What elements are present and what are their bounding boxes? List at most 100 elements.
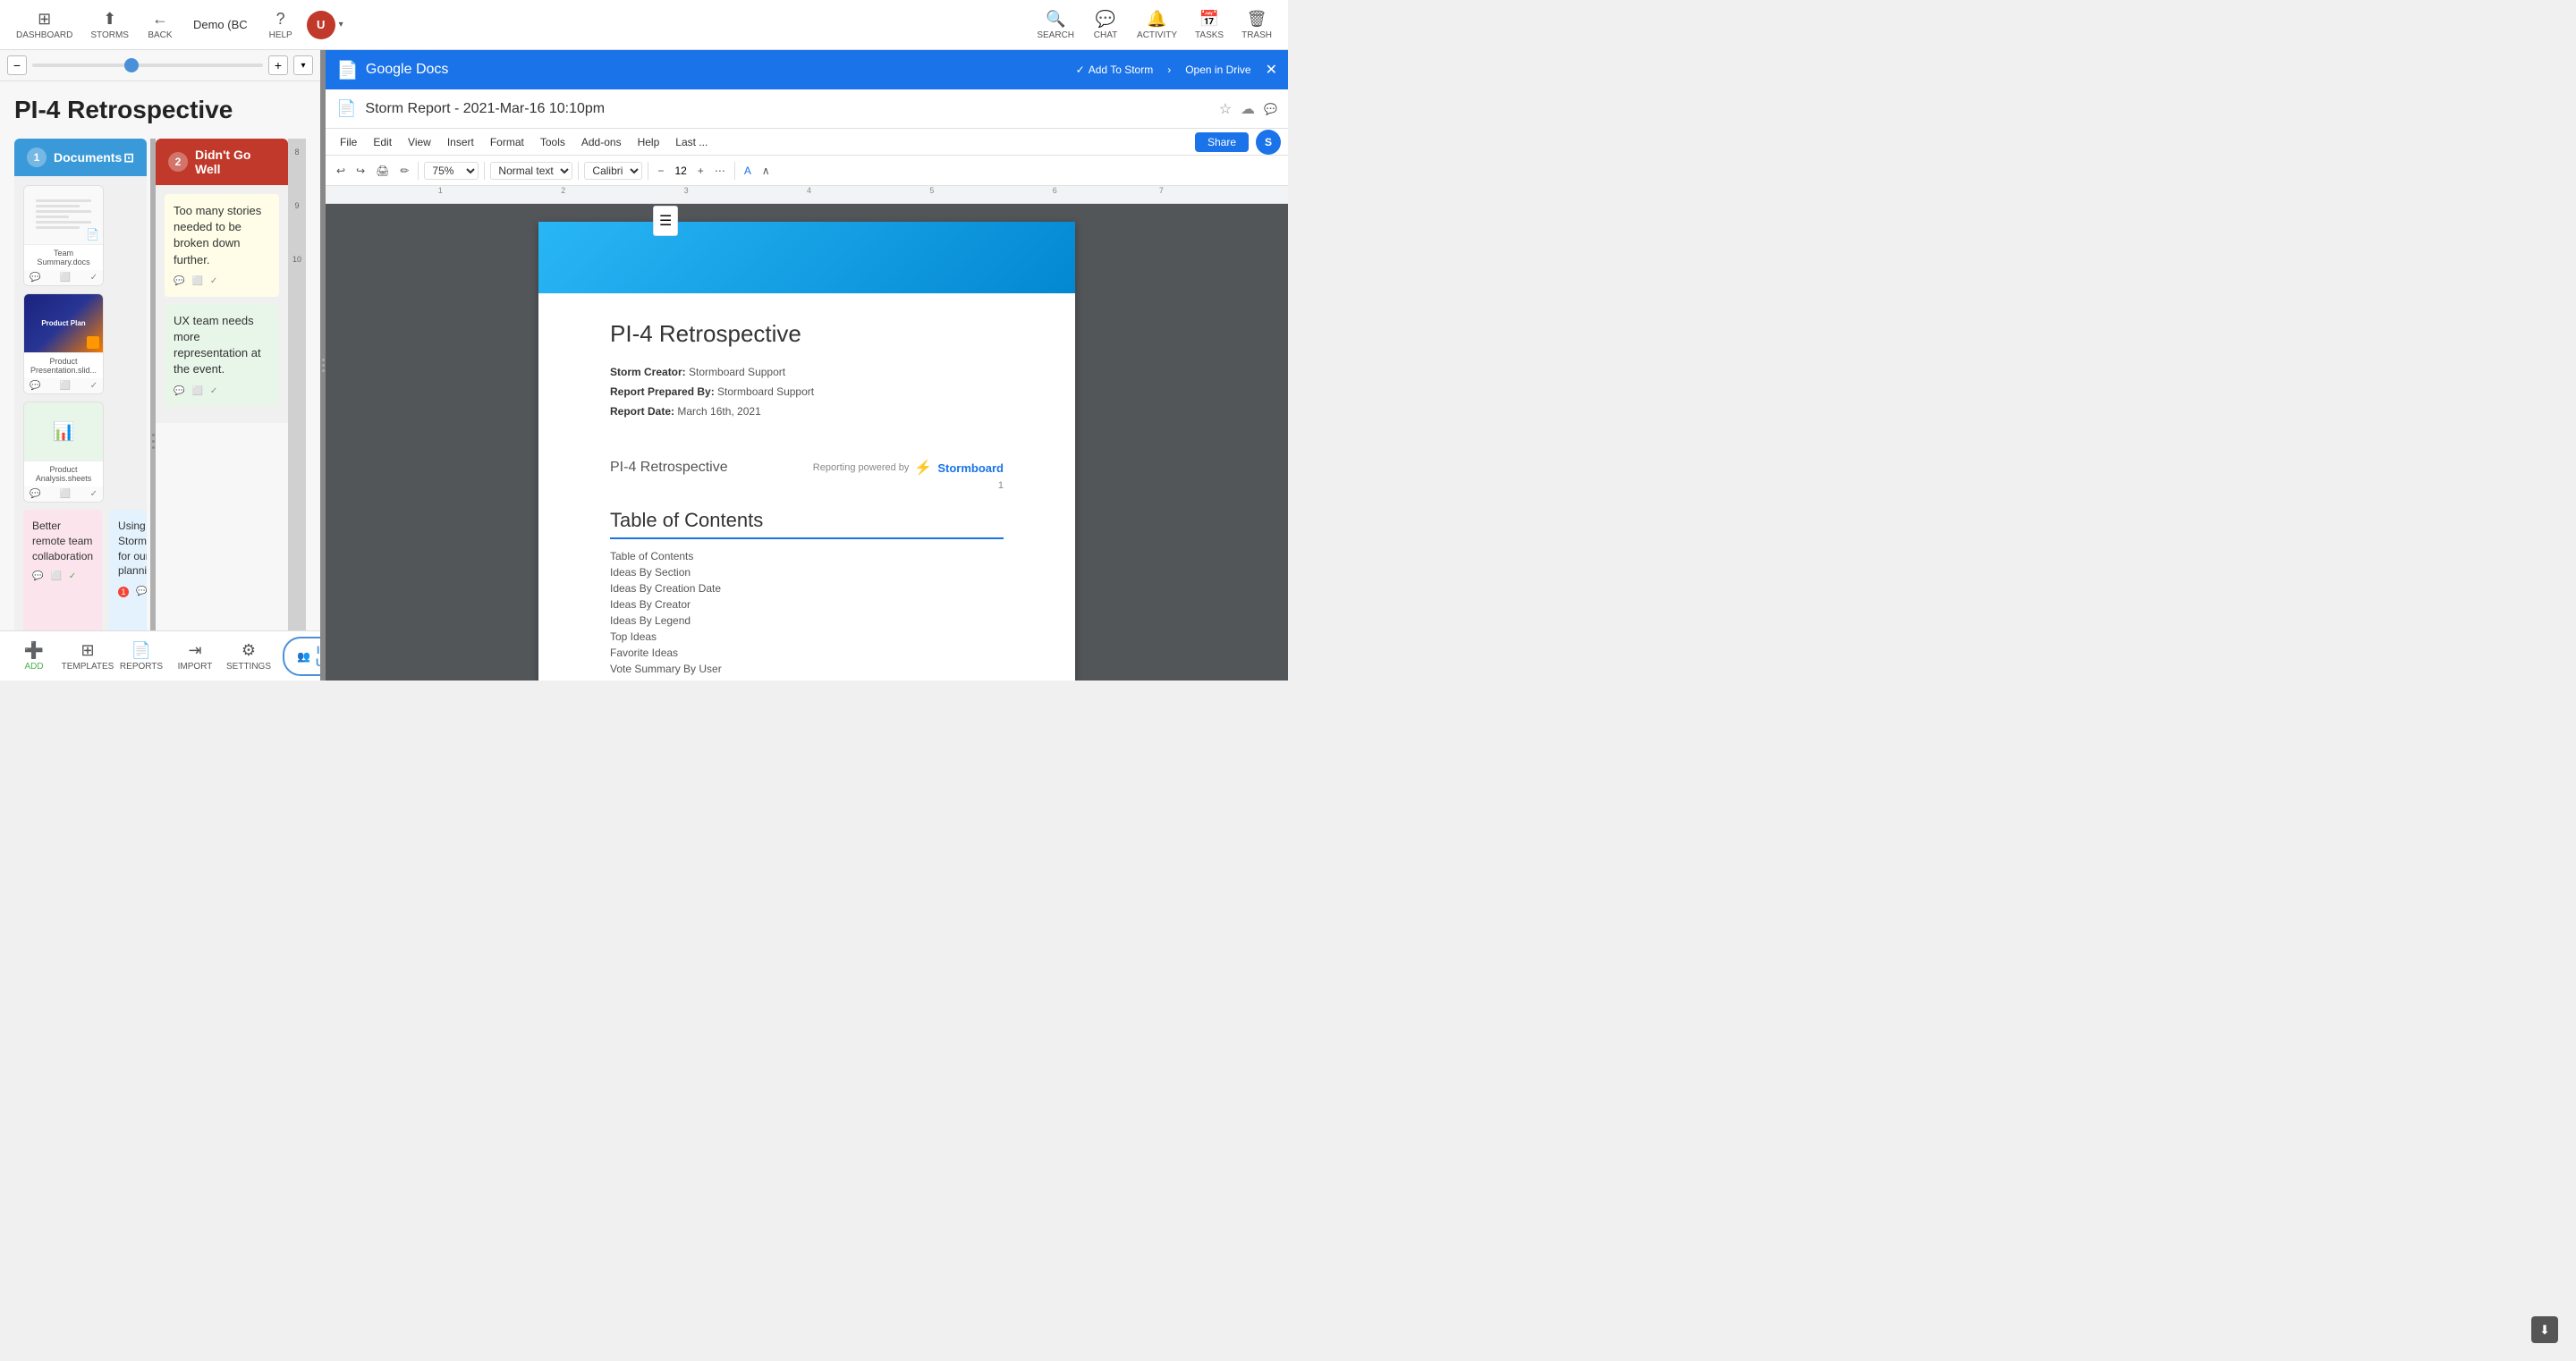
menu-edit[interactable]: Edit <box>366 134 399 150</box>
bad-note-ux[interactable]: UX team needs more representation at the… <box>165 304 279 407</box>
check-icon[interactable]: ✓ <box>90 273 97 283</box>
format-divider <box>734 162 735 180</box>
doc-card-product-presentation[interactable]: Product Plan Product Presentation.slid..… <box>23 293 104 394</box>
menu-addons[interactable]: Add-ons <box>574 134 629 150</box>
menu-insert[interactable]: Insert <box>440 134 481 150</box>
font-size-increase[interactable]: + <box>694 163 708 179</box>
check-icon[interactable]: ✓ <box>210 275 217 288</box>
text-color-button[interactable]: A <box>741 163 755 179</box>
avatar[interactable]: U <box>307 11 335 39</box>
comment-icon[interactable]: 💬 <box>30 273 40 283</box>
share-button[interactable]: Share <box>1195 132 1249 152</box>
menu-last[interactable]: Last ... <box>668 134 715 150</box>
zoom-thumb[interactable] <box>124 58 139 72</box>
doc-card-team-summary[interactable]: 📄 Team Summary.docs 💬 ⬜ ✓ <box>23 185 104 286</box>
col-num-2: 2 <box>168 152 188 172</box>
menu-tools[interactable]: Tools <box>533 134 572 150</box>
gdocs-content-area[interactable]: ☰ PI-4 Retrospective Storm Creator: Stor… <box>326 204 1288 680</box>
zoom-select[interactable]: 75% 100% <box>424 162 479 180</box>
sidebar-toggle-icon: ☰ <box>659 214 672 229</box>
undo-button[interactable]: ↩ <box>333 163 349 179</box>
doc-comment-icon[interactable]: 💬 <box>1264 103 1277 115</box>
widget-icon[interactable]: ⬜ <box>50 571 61 583</box>
templates-label: TEMPLATES <box>62 662 114 672</box>
sidebar-icon[interactable]: ☰ <box>653 206 678 236</box>
ruler-mark: 1 <box>438 186 443 195</box>
note-footer: 💬 ⬜ ✓ <box>174 385 270 398</box>
sticky-note-collaboration[interactable]: Better remote team collaboration 💬 ⬜ ✓ <box>23 510 102 630</box>
cloud-icon[interactable]: ☁ <box>1241 100 1255 118</box>
menu-format[interactable]: Format <box>483 134 531 150</box>
check-icon[interactable]: ✓ <box>210 385 217 398</box>
font-size-decrease[interactable]: − <box>654 163 667 179</box>
widget-icon[interactable]: ⬜ <box>60 273 71 283</box>
sticky-note-stormboard[interactable]: Using Stormboard for our PI planning. 1 … <box>109 510 147 630</box>
nav-storms[interactable]: ⬆ STORMS <box>81 6 138 44</box>
menu-file[interactable]: File <box>333 134 364 150</box>
add-to-storm-button[interactable]: ✓ Add To Storm <box>1076 63 1154 76</box>
nav-tasks[interactable]: 📅 TASKS <box>1186 6 1233 44</box>
back-label: BACK <box>148 30 172 40</box>
settings-button[interactable]: ⚙ SETTINGS <box>222 638 275 675</box>
nav-activity[interactable]: 🔔 ACTIVITY <box>1128 6 1186 44</box>
check-icon[interactable]: ✓ <box>90 489 97 499</box>
open-in-drive-button[interactable]: Open in Drive <box>1185 63 1250 76</box>
more-options-button[interactable]: ⋯ <box>711 163 729 179</box>
templates-button[interactable]: ⊞ TEMPLATES <box>61 638 114 675</box>
star-icon[interactable]: ☆ <box>1219 100 1232 118</box>
doc-lines <box>36 199 91 232</box>
nav-search[interactable]: 🔍 SEARCH <box>1028 6 1083 44</box>
nav-help[interactable]: ? HELP <box>258 6 303 44</box>
format-expand-button[interactable]: ∧ <box>758 163 774 179</box>
comment-icon[interactable]: 💬 <box>30 489 40 499</box>
widget-icon[interactable]: ⬜ <box>60 381 71 391</box>
doc-card-preview-sheets: 📊 <box>24 402 103 461</box>
comment-icon[interactable]: 💬 <box>30 381 40 391</box>
menu-help[interactable]: Help <box>631 134 667 150</box>
comment-icon[interactable]: 💬 <box>32 571 43 583</box>
zoom-slider[interactable] <box>32 63 263 67</box>
zoom-out-button[interactable]: − <box>7 55 27 75</box>
style-select[interactable]: Normal text Heading 1 Heading 2 <box>490 162 572 180</box>
comment-icon[interactable]: 💬 <box>136 586 147 598</box>
storm-creator-value: Stormboard Support <box>689 366 785 378</box>
check-icon[interactable]: ✓ <box>69 571 76 583</box>
report-prepared-line: Report Prepared By: Stormboard Support <box>610 385 1004 398</box>
nav-dashboard[interactable]: ⊞ DASHBOARD <box>7 6 81 44</box>
chevron-down-icon[interactable]: ▾ <box>339 20 343 30</box>
google-docs-logo-icon: 📄 <box>336 59 359 81</box>
widget-icon[interactable]: ⬜ <box>191 385 202 398</box>
doc-card-product-analysis[interactable]: 📊 Product Analysis.sheets 💬 ⬜ ✓ <box>23 402 104 503</box>
bad-note-stories[interactable]: Too many stories needed to be broken dow… <box>165 194 279 297</box>
stormboard-logo-icon: ⚡ <box>914 459 932 477</box>
comment-icon[interactable]: 💬 <box>174 275 184 288</box>
font-select[interactable]: Calibri Arial <box>584 162 642 180</box>
nav-trash[interactable]: 🗑 TRASH <box>1233 6 1281 44</box>
expand-icon[interactable]: ⊡ <box>123 150 134 165</box>
widget-icon[interactable]: ⬜ <box>60 489 71 499</box>
widget-icon[interactable]: ⬜ <box>191 275 202 288</box>
import-button[interactable]: ⇥ IMPORT <box>168 638 222 675</box>
zoom-toggle-button[interactable]: ▾ <box>293 55 313 75</box>
zoom-in-button[interactable]: + <box>268 55 288 75</box>
invite-users-button[interactable]: 👥 Invite Users <box>283 637 320 676</box>
reports-button[interactable]: 📄 REPORTS <box>114 638 168 675</box>
add-button[interactable]: ➕ ADD <box>7 638 61 675</box>
menu-view[interactable]: View <box>401 134 438 150</box>
comment-icon[interactable]: 💬 <box>174 385 184 398</box>
print-button[interactable]: 🖨 <box>372 163 393 179</box>
line <box>36 226 80 229</box>
check-icon[interactable]: ✓ <box>90 381 97 391</box>
chat-label: CHAT <box>1094 30 1117 40</box>
nav-back[interactable]: ← BACK <box>138 6 182 44</box>
note-footer: 💬 ⬜ ✓ <box>32 571 93 583</box>
doc-title[interactable]: Storm Report - 2021-Mar-16 10:10pm <box>365 101 1218 117</box>
divider-dots <box>322 359 325 372</box>
paint-format-button[interactable]: ✏ <box>396 163 412 179</box>
gdocs-title-row: 📄 Storm Report - 2021-Mar-16 10:10pm ☆ ☁… <box>326 89 1288 129</box>
nav-chat[interactable]: 💬 CHAT <box>1083 6 1128 44</box>
redo-button[interactable]: ↪ <box>352 163 369 179</box>
reports-icon: 📄 <box>131 641 151 660</box>
powered-by: Reporting powered by ⚡ Stormboard <box>813 459 1004 477</box>
close-button[interactable]: ✕ <box>1266 61 1277 79</box>
